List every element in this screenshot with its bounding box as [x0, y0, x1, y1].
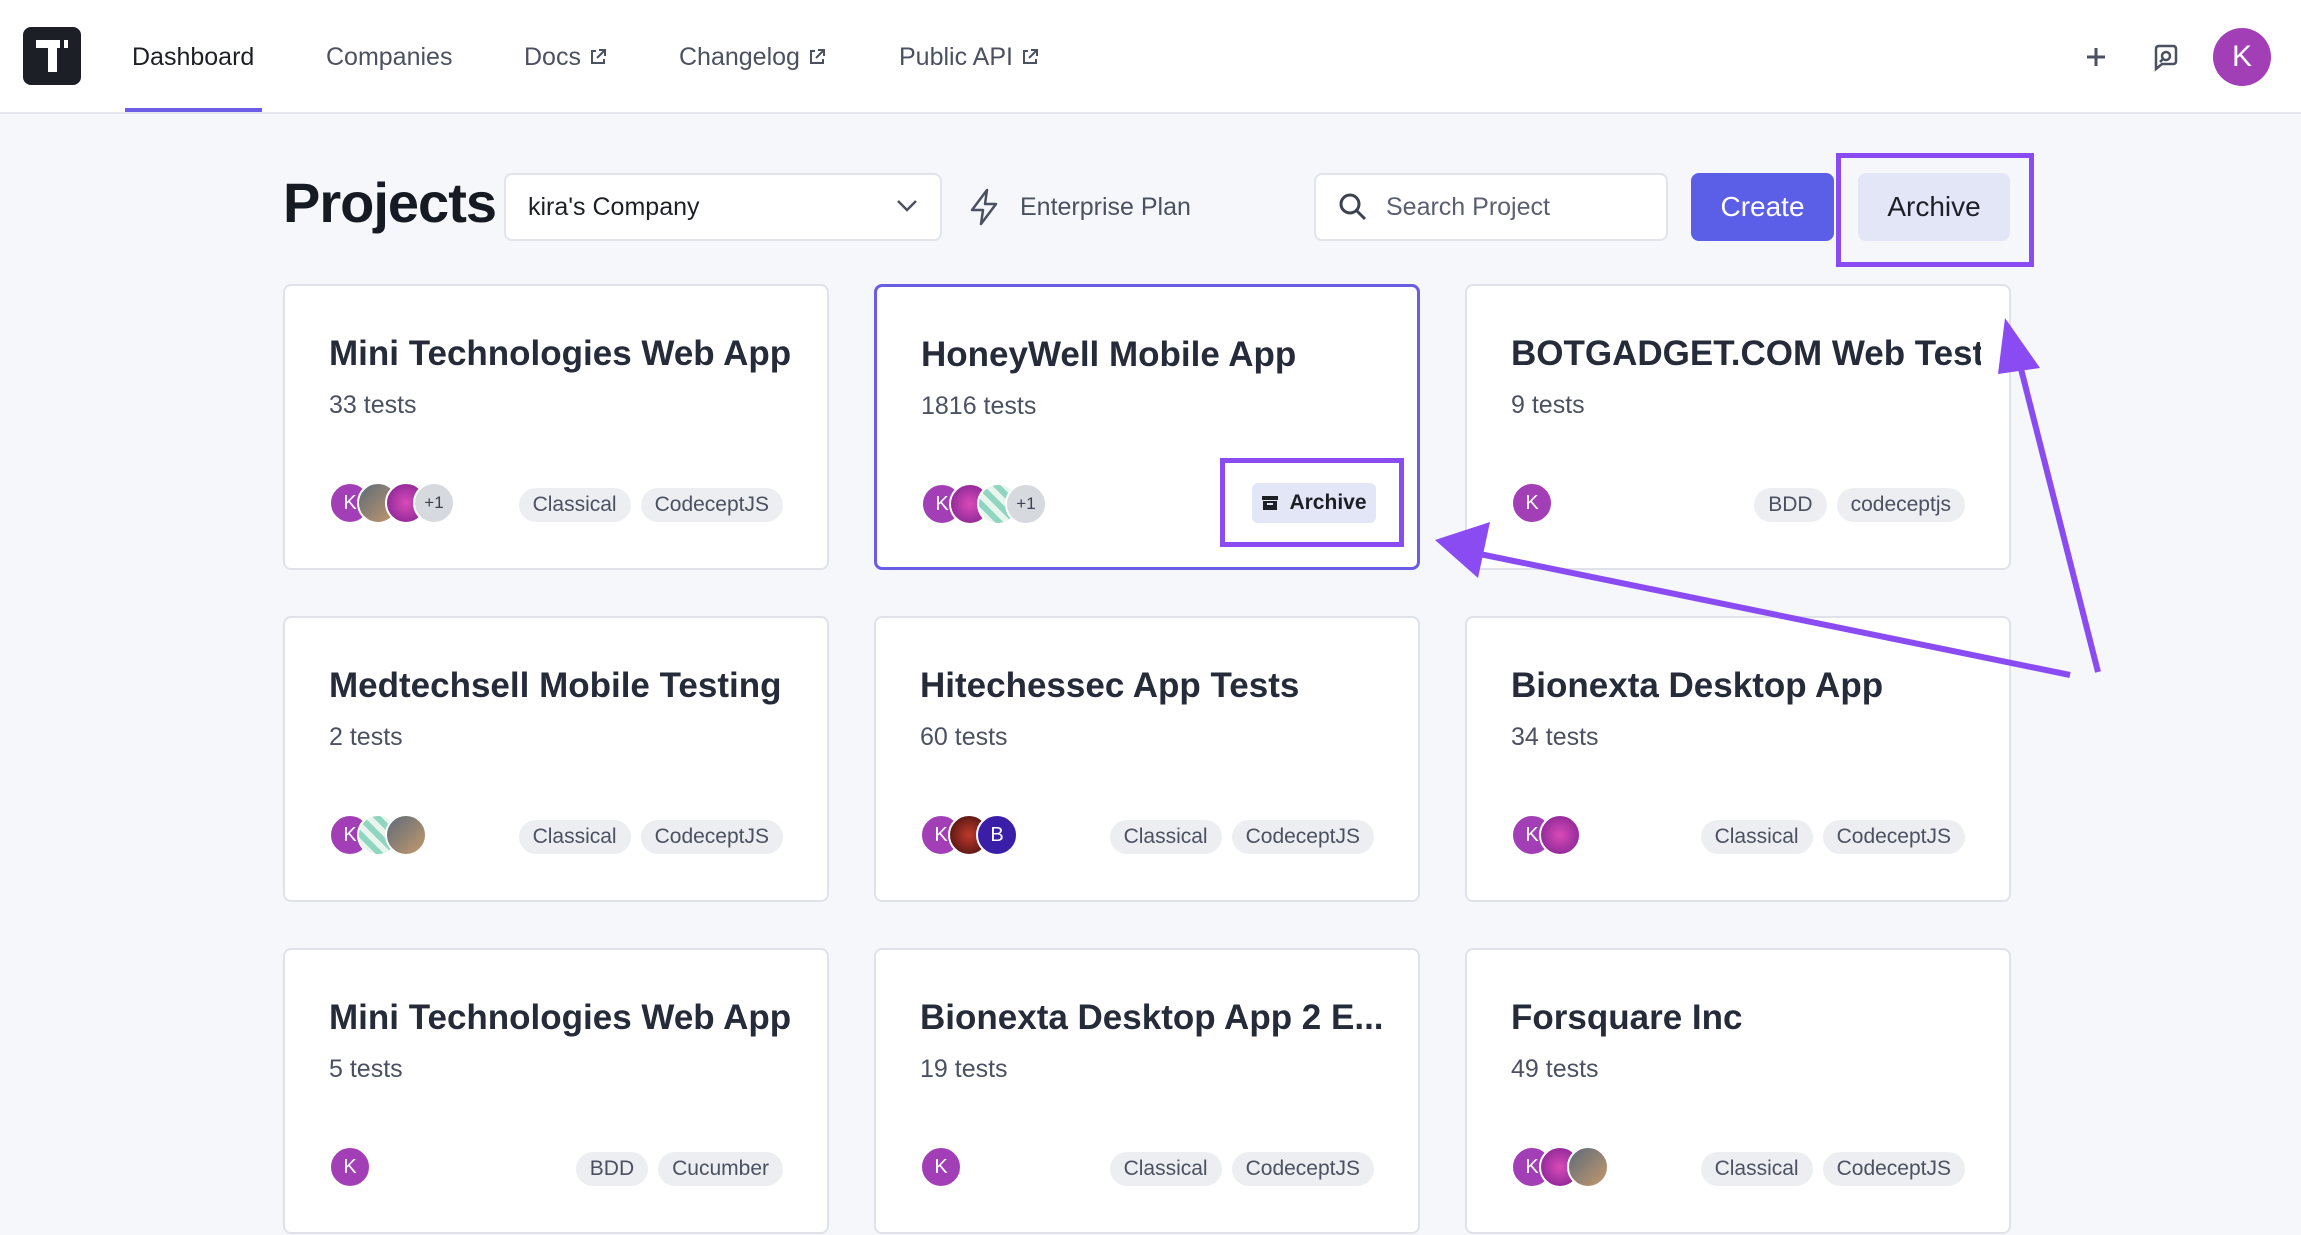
project-members: K +1: [921, 483, 1047, 527]
tag: BDD: [575, 1152, 649, 1186]
member-avatar: K: [1511, 482, 1553, 524]
project-name: Mini Technologies Web App: [329, 334, 792, 373]
member-avatar: K: [329, 1146, 371, 1188]
chevron-down-icon: [897, 200, 917, 212]
project-test-count: 5 tests: [329, 1055, 403, 1083]
tag: BDD: [1754, 488, 1827, 522]
plan-badge: Enterprise Plan: [968, 185, 1191, 229]
search-placeholder: Search Project: [1386, 192, 1550, 221]
tag: CodeceptJS: [1231, 820, 1374, 854]
lightning-icon: [970, 188, 998, 226]
project-card[interactable]: Medtechsell Mobile Testing 2 tests K Cla…: [283, 616, 829, 902]
arrow-to-archive-button: [2017, 364, 2101, 673]
project-members: K: [1511, 814, 1581, 858]
project-name: Hitechessec App Tests: [920, 666, 1300, 705]
member-avatar: [1539, 814, 1581, 856]
member-avatar: B: [976, 814, 1018, 856]
plan-label: Enterprise Plan: [1020, 192, 1191, 221]
project-name: Forsquare Inc: [1511, 998, 1743, 1037]
project-members: K: [329, 814, 427, 858]
project-test-count: 2 tests: [329, 723, 403, 751]
tag: Classical: [1700, 1152, 1813, 1186]
company-select-value: kira's Company: [528, 192, 700, 221]
tag: CodeceptJS: [640, 820, 783, 854]
project-test-count: 19 tests: [920, 1055, 1008, 1083]
tag: Classical: [518, 820, 631, 854]
user-avatar[interactable]: K: [2213, 28, 2271, 86]
member-avatar: K: [920, 1146, 962, 1188]
company-select[interactable]: kira's Company: [504, 173, 942, 241]
project-test-count: 9 tests: [1511, 391, 1585, 419]
project-tags: Classical CodeceptJS: [518, 820, 783, 854]
nav-public-api[interactable]: Public API: [899, 0, 1039, 114]
tag: CodeceptJS: [1822, 1152, 1965, 1186]
project-test-count: 49 tests: [1511, 1055, 1599, 1083]
project-card[interactable]: Hitechessec App Tests 60 tests K B Class…: [874, 616, 1420, 902]
project-card[interactable]: Bionexta Desktop App 2 E... 19 tests K C…: [874, 948, 1420, 1234]
project-card-selected[interactable]: HoneyWell Mobile App 1816 tests K +1 Arc…: [874, 284, 1420, 570]
page-title: Projects: [283, 171, 497, 234]
nav-docs[interactable]: Docs: [524, 0, 607, 114]
highlight-archive-button: [1836, 153, 2034, 267]
tag: Classical: [1109, 1152, 1222, 1186]
tag: Classical: [1109, 820, 1222, 854]
project-card[interactable]: Mini Technologies Web App 5 tests K BDD …: [283, 948, 829, 1234]
project-name: Medtechsell Mobile Testing: [329, 666, 782, 705]
project-tags: Classical CodeceptJS: [1109, 820, 1374, 854]
project-card[interactable]: BOTGADGET.COM Web Test... 9 tests K BDD …: [1465, 284, 2011, 570]
project-tags: Classical CodeceptJS: [518, 488, 783, 522]
project-card[interactable]: Forsquare Inc 49 tests K Classical Codec…: [1465, 948, 2011, 1234]
tag: Cucumber: [658, 1152, 783, 1186]
project-test-count: 1816 tests: [921, 392, 1037, 420]
nav-companies[interactable]: Companies: [326, 0, 452, 114]
project-members: K +1: [329, 482, 455, 526]
project-name: Bionexta Desktop App 2 E...: [920, 998, 1384, 1037]
search-icon: [1339, 193, 1367, 221]
external-link-icon: [1022, 49, 1038, 64]
project-name: HoneyWell Mobile App: [921, 335, 1297, 374]
more-members-badge: +1: [1005, 483, 1047, 525]
tag: Classical: [518, 488, 631, 522]
project-name: Bionexta Desktop App: [1511, 666, 1884, 705]
plus-icon[interactable]: [2076, 37, 2116, 77]
nav-changelog[interactable]: Changelog: [679, 0, 826, 114]
project-card[interactable]: Mini Technologies Web App 33 tests K +1 …: [283, 284, 829, 570]
tag: Classical: [1700, 820, 1813, 854]
external-link-icon: [590, 49, 606, 64]
member-avatar: [385, 814, 427, 856]
tag: codeceptjs: [1836, 488, 1965, 522]
feedback-search-icon[interactable]: [2146, 37, 2186, 77]
project-tags: BDD codeceptjs: [1754, 488, 1965, 522]
project-test-count: 33 tests: [329, 391, 417, 419]
project-card[interactable]: Bionexta Desktop App 34 tests K Classica…: [1465, 616, 2011, 902]
tag: CodeceptJS: [640, 488, 783, 522]
nav-dashboard[interactable]: Dashboard: [132, 0, 254, 114]
project-test-count: 34 tests: [1511, 723, 1599, 751]
create-button[interactable]: Create: [1691, 173, 1834, 241]
project-name: BOTGADGET.COM Web Test...: [1511, 334, 1981, 373]
external-link-icon: [809, 49, 825, 64]
search-project-input[interactable]: Search Project: [1314, 173, 1668, 241]
nav-active-indicator: [125, 108, 262, 112]
project-tags: Classical CodeceptJS: [1700, 1152, 1965, 1186]
app-logo[interactable]: [23, 27, 81, 85]
highlight-card-archive: [1220, 458, 1404, 547]
project-name: Mini Technologies Web App: [329, 998, 792, 1037]
more-members-badge: +1: [413, 482, 455, 524]
project-test-count: 60 tests: [920, 723, 1008, 751]
member-avatar: [1567, 1146, 1609, 1188]
project-tags: BDD Cucumber: [575, 1152, 783, 1186]
project-members: K B: [920, 814, 1018, 858]
project-members: K: [329, 1146, 371, 1190]
project-tags: Classical CodeceptJS: [1700, 820, 1965, 854]
tag: CodeceptJS: [1822, 820, 1965, 854]
project-members: K: [1511, 1146, 1609, 1190]
project-members: K: [920, 1146, 962, 1190]
top-navigation: Dashboard Companies Docs Changelog Publi…: [0, 0, 2301, 114]
project-tags: Classical CodeceptJS: [1109, 1152, 1374, 1186]
project-members: K: [1511, 482, 1553, 526]
tag: CodeceptJS: [1231, 1152, 1374, 1186]
